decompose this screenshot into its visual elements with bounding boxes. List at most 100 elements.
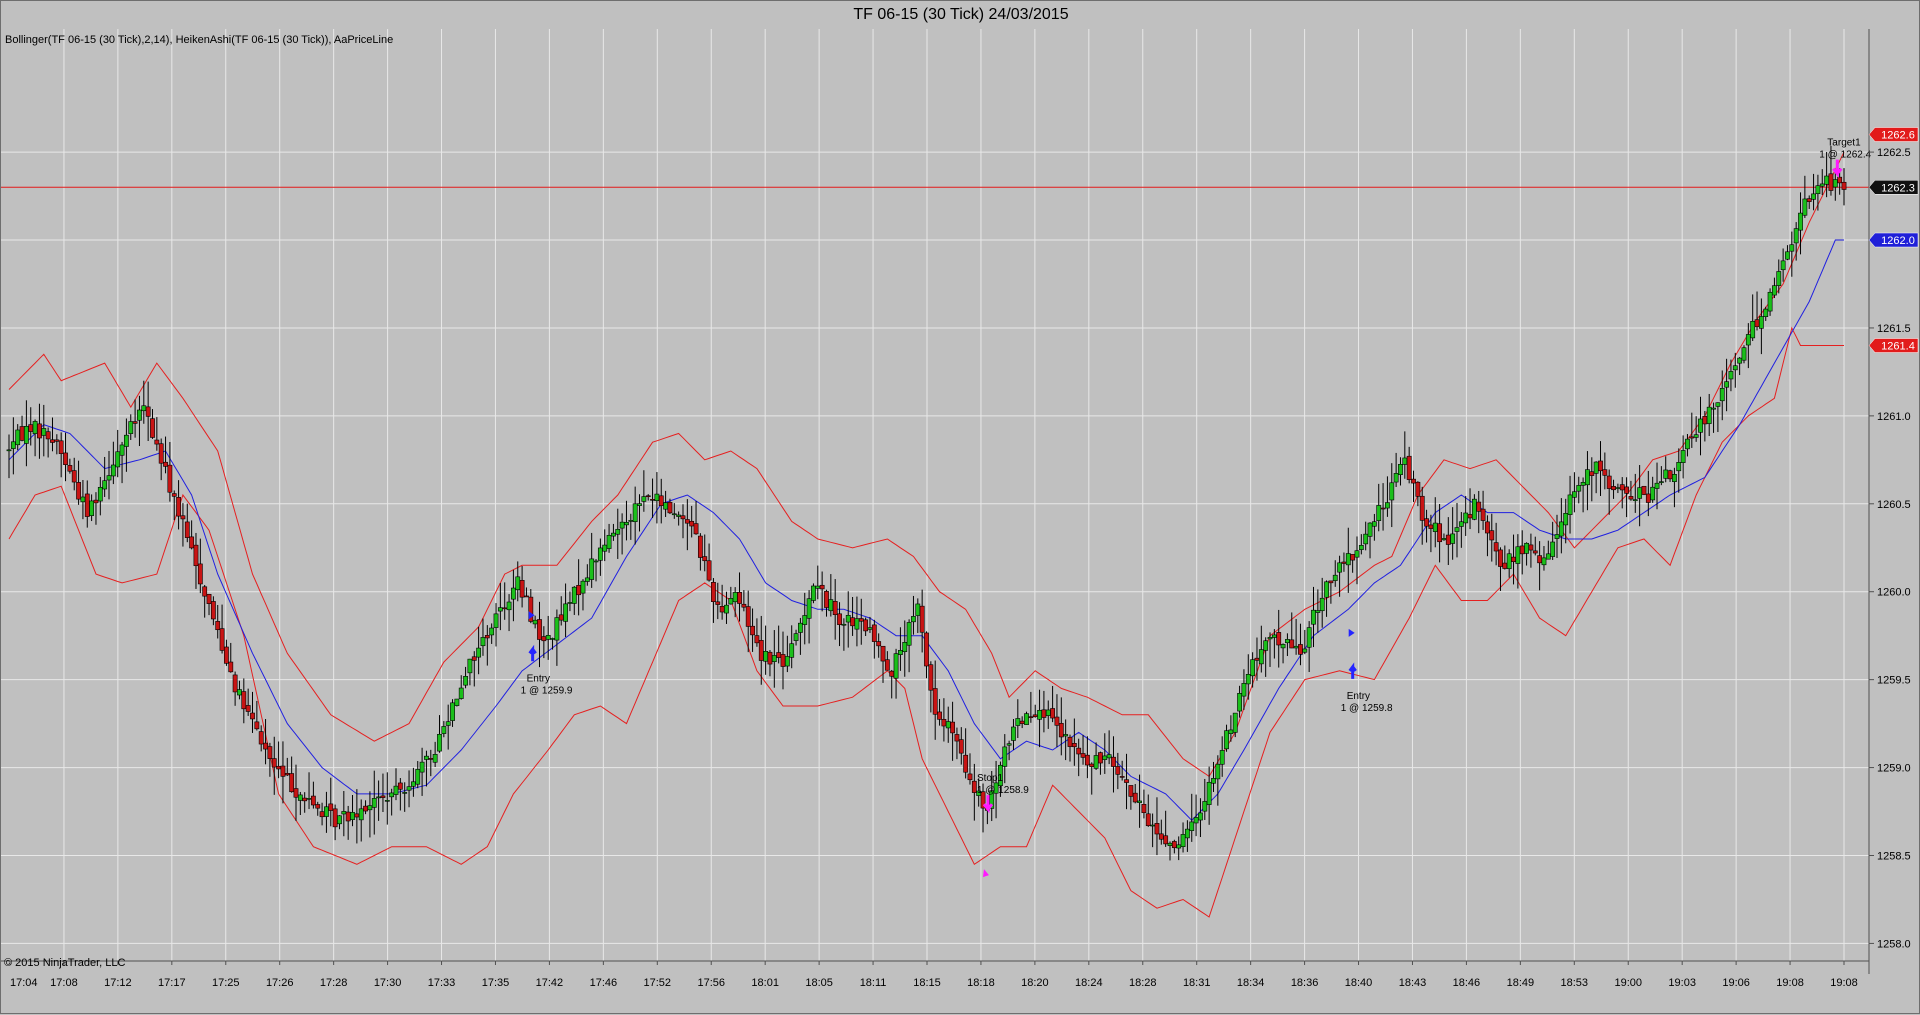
candle-body xyxy=(724,604,729,614)
candle-body xyxy=(1306,627,1312,648)
candle-body xyxy=(802,615,808,625)
candle-body xyxy=(1563,512,1569,526)
candle-body xyxy=(571,586,577,604)
candle-body xyxy=(519,580,525,598)
candle-body xyxy=(1458,521,1464,527)
candle-body xyxy=(1754,319,1760,328)
candle-body xyxy=(1567,494,1573,515)
candle-body xyxy=(963,754,969,773)
candle-body xyxy=(1228,729,1234,735)
candle-body xyxy=(1663,469,1669,479)
candle-body xyxy=(241,691,247,710)
candle-body xyxy=(1393,473,1399,483)
candle-body xyxy=(93,499,99,504)
candle-body xyxy=(1098,752,1103,764)
candle-body xyxy=(1193,817,1199,824)
candle-body xyxy=(1002,746,1008,767)
candle-body xyxy=(106,475,112,481)
x-tick-label: 19:06 xyxy=(1722,977,1750,989)
candle-body xyxy=(1067,736,1073,747)
candle-body xyxy=(1302,648,1308,653)
candle-body xyxy=(1837,176,1843,184)
annotation-title: Entry xyxy=(1347,691,1370,702)
price-chart[interactable]: Entry1 @ 1259.9Stop11 @ 1258.9Entry1 @ 1… xyxy=(1,1,1920,1015)
candle-body xyxy=(1258,649,1264,665)
candle-body xyxy=(806,598,812,619)
candle-body xyxy=(319,811,325,818)
candle-body xyxy=(1071,743,1077,748)
candle-body xyxy=(1428,524,1434,529)
candle-body xyxy=(1650,486,1656,501)
candle-body xyxy=(389,792,395,798)
candle-body xyxy=(1389,482,1395,501)
price-label-lower-band: 1261.4 xyxy=(1868,338,1919,353)
candle-body xyxy=(706,560,712,581)
candle-body xyxy=(750,625,755,636)
candle-body xyxy=(1745,334,1751,346)
candle-body xyxy=(1354,550,1360,558)
candle-body xyxy=(506,601,512,611)
candle-body xyxy=(641,496,647,502)
candle-body xyxy=(1541,557,1547,566)
candle-body xyxy=(1041,709,1047,718)
candle-body xyxy=(1198,812,1203,821)
candle-body xyxy=(1585,469,1590,486)
candle-body xyxy=(602,544,608,552)
candle-body xyxy=(915,603,921,616)
candle-body xyxy=(363,805,368,812)
x-tick-label: 17:33 xyxy=(428,977,456,989)
candle-body xyxy=(789,643,795,658)
candle-body xyxy=(137,409,142,421)
candle-body xyxy=(1254,657,1260,661)
candle-body xyxy=(402,792,408,794)
candle-body xyxy=(410,781,416,787)
candle-body xyxy=(1741,347,1747,361)
candle-body xyxy=(1454,527,1460,532)
candle-body xyxy=(1215,763,1221,780)
candle-body xyxy=(341,811,347,815)
candle-body xyxy=(1558,521,1564,537)
candle-body xyxy=(671,513,677,516)
candle-body xyxy=(1554,534,1560,539)
price-label-mid-band: 1262.0 xyxy=(1868,232,1919,248)
candle-body xyxy=(102,480,108,490)
candle-body xyxy=(845,615,851,623)
candle-body xyxy=(358,808,364,821)
candle-body xyxy=(784,656,790,667)
candle-body xyxy=(1489,530,1495,541)
candle-body xyxy=(110,464,116,477)
candle-body xyxy=(158,443,164,464)
candle-body xyxy=(1106,754,1112,759)
candle-body xyxy=(1637,487,1643,499)
candle-body xyxy=(1537,555,1543,564)
candle-body xyxy=(880,645,886,662)
candle-body xyxy=(1467,514,1473,519)
candle-body xyxy=(645,495,651,498)
candle-body xyxy=(1093,755,1099,769)
candle-body xyxy=(1132,792,1138,803)
candle-body xyxy=(1063,734,1069,737)
candle-body xyxy=(1654,482,1660,489)
x-tick-label: 18:20 xyxy=(1021,977,1049,989)
candle-body xyxy=(424,755,429,760)
candle-body xyxy=(1793,228,1799,244)
candle-body xyxy=(1811,193,1816,200)
candle-body xyxy=(63,452,68,465)
candle-body xyxy=(511,587,516,600)
candle-body xyxy=(1667,470,1673,480)
candle-body xyxy=(1719,388,1725,402)
candle-body xyxy=(189,536,195,549)
candle-body xyxy=(84,493,90,517)
candle-body xyxy=(284,773,290,776)
candle-body xyxy=(219,628,225,651)
candle-body xyxy=(1111,756,1116,767)
candle-body xyxy=(141,405,147,412)
candle-body xyxy=(1702,415,1708,425)
candle-body xyxy=(1006,743,1012,746)
candle-body xyxy=(1685,438,1690,450)
candle-body xyxy=(163,461,168,467)
candle-body xyxy=(263,742,268,750)
candle-body xyxy=(1763,308,1769,318)
candle-body xyxy=(76,482,81,500)
x-tick-label: 17:35 xyxy=(482,977,510,989)
